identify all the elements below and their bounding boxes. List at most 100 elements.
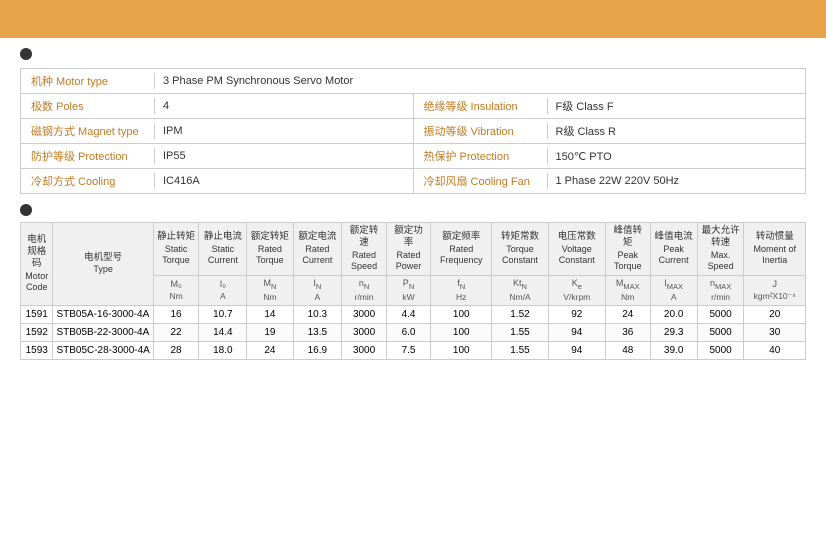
params-table: 电机 规格码 Motor Code 电机型号 Type 静止转矩 Static …: [20, 222, 806, 360]
value-protection: IP55: [163, 150, 186, 162]
th-sub-mn: MNNm: [247, 276, 293, 306]
th-sub-ktn: KtNNm/A: [492, 276, 548, 306]
cell-val-0: 28: [153, 341, 198, 359]
cell-val-2: 24: [247, 341, 293, 359]
cell-val-12: 20: [744, 305, 806, 323]
cell-type: STB05B-22-3000-4A: [53, 323, 153, 341]
th-sub-pn: PNkW: [386, 276, 430, 306]
th-peak-current: 峰值电流 Peak Current: [650, 223, 697, 276]
params-dot: [20, 204, 32, 216]
specs-cell-cooling-fan: 冷却风扇 Cooling Fan 1 Phase 22W 220V 50Hz: [414, 169, 806, 193]
cell-val-5: 6.0: [386, 323, 430, 341]
cell-val-1: 14.4: [199, 323, 247, 341]
th-rated-current: 额定电流 Rated Current: [293, 223, 342, 276]
label-protection: 防护等级 Protection: [31, 148, 146, 164]
th-sub-j: Jkgm²X10⁻⁴: [744, 276, 806, 306]
specs-cell-cooling: 冷却方式 Cooling IC416A: [21, 169, 414, 193]
specs-row-cooling: 冷却方式 Cooling IC416A 冷却风扇 Cooling Fan 1 P…: [21, 169, 805, 193]
th-sub-m0: M₀Nm: [153, 276, 198, 306]
value-thermal: 150℃ PTO: [556, 150, 612, 163]
value-cooling: IC416A: [163, 175, 200, 187]
cell-val-3: 16.9: [293, 341, 342, 359]
th-rated-power: 额定功率 Rated Power: [386, 223, 430, 276]
cell-val-11: 5000: [697, 323, 744, 341]
th-motor-code: 电机 规格码 Motor Code: [21, 223, 53, 306]
th-motor-type: 电机型号 Type: [53, 223, 153, 306]
label-thermal: 热保护 Protection: [424, 148, 539, 164]
cell-val-10: 20.0: [650, 305, 697, 323]
cell-val-12: 40: [744, 341, 806, 359]
th-peak-torque: 峰值转矩 Peak Torque: [605, 223, 650, 276]
cell-val-4: 3000: [342, 341, 387, 359]
value-motor-type: 3 Phase PM Synchronous Servo Motor: [163, 75, 353, 87]
specs-cell-vibration: 振动等级 Vibration R级 Class R: [414, 119, 806, 143]
value-magnet: IPM: [163, 125, 183, 137]
cell-val-2: 19: [247, 323, 293, 341]
label-magnet: 磁钢方式 Magnet type: [31, 123, 146, 139]
cell-val-5: 4.4: [386, 305, 430, 323]
table-row: 1592STB05B-22-3000-4A2214.41913.530006.0…: [21, 323, 806, 341]
cell-val-8: 94: [548, 341, 605, 359]
value-cooling-fan: 1 Phase 22W 220V 50Hz: [556, 175, 680, 187]
cell-val-7: 1.52: [492, 305, 548, 323]
cell-val-3: 10.3: [293, 305, 342, 323]
th-max-speed: 最大允许转速 Max. Speed: [697, 223, 744, 276]
specs-cell-magnet: 磁钢方式 Magnet type IPM: [21, 119, 414, 143]
label-cooling: 冷却方式 Cooling: [31, 173, 146, 189]
th-static-torque: 静止转矩 Static Torque: [153, 223, 198, 276]
th-sub-ke: KeV/krpm: [548, 276, 605, 306]
th-inertia: 转动惯量 Moment of Inertia: [744, 223, 806, 276]
label-poles: 极数 Poles: [31, 98, 146, 114]
cell-val-6: 100: [431, 341, 492, 359]
cell-val-9: 36: [605, 323, 650, 341]
specs-row-protection: 防护等级 Protection IP55 热保护 Protection 150℃…: [21, 144, 805, 169]
th-sub-fn: fNHz: [431, 276, 492, 306]
cell-val-4: 3000: [342, 323, 387, 341]
cell-type: STB05C-28-3000-4A: [53, 341, 153, 359]
th-torque-const: 转矩常数 Torque Constant: [492, 223, 548, 276]
th-rated-speed: 额定转速 Rated Speed: [342, 223, 387, 276]
value-poles: 4: [163, 100, 169, 112]
th-sub-imax: IMAXA: [650, 276, 697, 306]
cell-val-4: 3000: [342, 305, 387, 323]
cell-val-1: 18.0: [199, 341, 247, 359]
cell-code: 1592: [21, 323, 53, 341]
cell-val-7: 1.55: [492, 323, 548, 341]
th-sub-nmax: nMAXr/min: [697, 276, 744, 306]
cell-val-8: 92: [548, 305, 605, 323]
specs-cell-thermal: 热保护 Protection 150℃ PTO: [414, 144, 806, 168]
cell-val-6: 100: [431, 305, 492, 323]
cell-code: 1591: [21, 305, 53, 323]
table-row: 1591STB05A-16-3000-4A1610.71410.330004.4…: [21, 305, 806, 323]
table-header-row: 电机 规格码 Motor Code 电机型号 Type 静止转矩 Static …: [21, 223, 806, 276]
specs-row-magnet: 磁钢方式 Magnet type IPM 振动等级 Vibration R级 C…: [21, 119, 805, 144]
header: [0, 0, 826, 38]
cell-code: 1593: [21, 341, 53, 359]
th-sub-in: INA: [293, 276, 342, 306]
cell-val-0: 22: [153, 323, 198, 341]
specs-cell-motor-type: 机种 Motor type 3 Phase PM Synchronous Ser…: [21, 69, 805, 93]
th-static-current: 静止电流 Static Current: [199, 223, 247, 276]
cell-val-0: 16: [153, 305, 198, 323]
cell-val-8: 94: [548, 323, 605, 341]
cell-val-10: 29.3: [650, 323, 697, 341]
specs-row-motor-type: 机种 Motor type 3 Phase PM Synchronous Ser…: [21, 69, 805, 94]
value-insulation: F级 Class F: [556, 98, 614, 114]
th-rated-torque: 额定转矩 Rated Torque: [247, 223, 293, 276]
th-sub-mmax: MMAXNm: [605, 276, 650, 306]
specs-row-poles: 极数 Poles 4 绝缘等级 Insulation F级 Class F: [21, 94, 805, 119]
cell-val-1: 10.7: [199, 305, 247, 323]
label-motor-type: 机种 Motor type: [31, 73, 146, 89]
section-dot: [20, 48, 32, 60]
cell-val-9: 24: [605, 305, 650, 323]
cell-val-5: 7.5: [386, 341, 430, 359]
cell-type: STB05A-16-3000-4A: [53, 305, 153, 323]
specs-cell-poles: 极数 Poles 4: [21, 94, 414, 118]
cell-val-11: 5000: [697, 305, 744, 323]
specs-container: 机种 Motor type 3 Phase PM Synchronous Ser…: [20, 68, 806, 194]
th-sub-i0: I₀A: [199, 276, 247, 306]
main-content: 机种 Motor type 3 Phase PM Synchronous Ser…: [0, 38, 826, 368]
cell-val-3: 13.5: [293, 323, 342, 341]
cell-val-9: 48: [605, 341, 650, 359]
cell-val-11: 5000: [697, 341, 744, 359]
